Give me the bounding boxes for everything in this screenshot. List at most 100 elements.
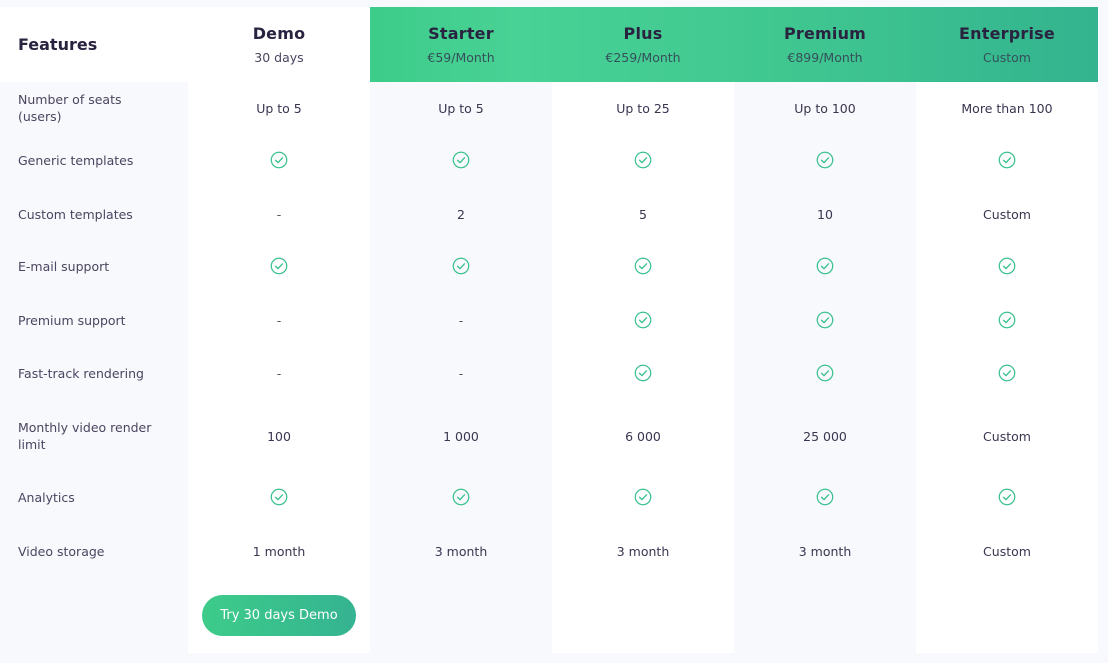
cell-premium bbox=[734, 136, 916, 184]
check-circle-icon bbox=[634, 364, 652, 382]
cell-enterprise bbox=[916, 349, 1098, 397]
check-circle-icon bbox=[634, 488, 652, 506]
cell-premium: 25 000 bbox=[803, 428, 847, 444]
plan-name: Plus bbox=[623, 24, 663, 43]
cell-enterprise bbox=[916, 296, 1098, 344]
cell-starter: 3 month bbox=[434, 543, 488, 559]
cell-starter: 2 bbox=[457, 206, 465, 222]
check-circle-icon bbox=[816, 488, 834, 506]
cell-premium bbox=[734, 349, 916, 397]
feature-label: Analytics bbox=[18, 489, 75, 505]
cell-premium: 3 month bbox=[798, 543, 852, 559]
table-row: Analytics bbox=[0, 473, 1098, 521]
check-circle-icon bbox=[634, 257, 652, 275]
cell-starter bbox=[370, 136, 552, 184]
plan-price: €259/Month bbox=[605, 50, 681, 65]
check-circle-icon bbox=[816, 311, 834, 329]
cell-premium bbox=[734, 296, 916, 344]
cell-premium bbox=[734, 473, 916, 521]
cell-demo: 1 month bbox=[252, 543, 306, 559]
plan-name: Premium bbox=[783, 24, 867, 43]
cell-enterprise bbox=[916, 473, 1098, 521]
table-row: Premium support - - bbox=[0, 296, 1098, 344]
cell-enterprise bbox=[916, 136, 1098, 184]
plan-header-enterprise: Enterprise Custom bbox=[916, 7, 1098, 82]
features-title: Features bbox=[18, 35, 98, 54]
table-row: Monthly video render limit 100 1 000 6 000 2… bbox=[0, 412, 1098, 460]
check-circle-icon bbox=[634, 151, 652, 169]
cell-demo: 100 bbox=[267, 428, 291, 444]
check-circle-icon bbox=[998, 151, 1016, 169]
cell-enterprise: Custom bbox=[983, 206, 1031, 222]
cell-premium: Up to 100 bbox=[794, 100, 856, 116]
feature-label: Premium support bbox=[18, 312, 126, 328]
cell-starter: Up to 5 bbox=[438, 100, 484, 116]
cell-starter-unavailable: - bbox=[458, 312, 464, 328]
cell-starter bbox=[370, 242, 552, 290]
table-row: Generic templates bbox=[0, 136, 1098, 184]
check-circle-icon bbox=[998, 364, 1016, 382]
cell-plus bbox=[552, 349, 734, 397]
table-row: Number of seats (users) Up to 5 Up to 5 Up … bbox=[0, 84, 1098, 132]
cell-plus bbox=[552, 242, 734, 290]
cell-plus bbox=[552, 296, 734, 344]
check-circle-icon bbox=[816, 364, 834, 382]
cell-plus: 6 000 bbox=[625, 428, 661, 444]
plan-name: Demo bbox=[252, 24, 306, 43]
check-circle-icon bbox=[998, 257, 1016, 275]
cell-plus bbox=[552, 136, 734, 184]
check-circle-icon bbox=[270, 257, 288, 275]
cell-enterprise: Custom bbox=[983, 428, 1031, 444]
plan-price: €899/Month bbox=[787, 50, 863, 65]
cell-plus bbox=[552, 473, 734, 521]
cell-demo-unavailable: - bbox=[276, 365, 282, 381]
check-circle-icon bbox=[452, 257, 470, 275]
feature-label: E-mail support bbox=[18, 258, 110, 274]
check-circle-icon bbox=[816, 257, 834, 275]
plan-header-starter: Starter €59/Month bbox=[370, 7, 552, 82]
cell-plus: 5 bbox=[639, 206, 647, 222]
plan-header-premium: Premium €899/Month bbox=[734, 7, 916, 82]
check-circle-icon bbox=[998, 311, 1016, 329]
plan-price: Custom bbox=[983, 50, 1031, 65]
plan-price: €59/Month bbox=[427, 50, 495, 65]
cell-starter-unavailable: - bbox=[458, 365, 464, 381]
features-header: Features bbox=[0, 7, 188, 82]
cell-demo bbox=[188, 242, 370, 290]
check-circle-icon bbox=[634, 311, 652, 329]
cell-starter bbox=[370, 473, 552, 521]
cell-enterprise: Custom bbox=[983, 543, 1031, 559]
table-row: Video storage 1 month 3 month 3 month 3 mont… bbox=[0, 527, 1098, 575]
cell-demo bbox=[188, 136, 370, 184]
table-row: E-mail support bbox=[0, 242, 1098, 290]
cell-plus: Up to 25 bbox=[616, 100, 670, 116]
check-circle-icon bbox=[452, 488, 470, 506]
feature-label: Video storage bbox=[18, 543, 105, 559]
check-circle-icon bbox=[270, 151, 288, 169]
table-row: Custom templates - 2 5 10 Custom bbox=[0, 190, 1098, 238]
feature-label: Monthly video render limit bbox=[18, 420, 152, 452]
cell-premium: 10 bbox=[817, 206, 833, 222]
plan-header-plus: Plus €259/Month bbox=[552, 7, 734, 82]
feature-label: Generic templates bbox=[18, 152, 134, 168]
cell-starter: 1 000 bbox=[443, 428, 479, 444]
cell-demo bbox=[188, 473, 370, 521]
feature-label: Custom templates bbox=[18, 206, 133, 222]
cell-plus: 3 month bbox=[616, 543, 670, 559]
check-circle-icon bbox=[452, 151, 470, 169]
plan-price: 30 days bbox=[254, 50, 304, 65]
cell-enterprise bbox=[916, 242, 1098, 290]
feature-label: Number of seats (users) bbox=[18, 92, 122, 124]
plan-name: Starter bbox=[428, 24, 494, 43]
plan-header-demo: Demo 30 days bbox=[188, 7, 370, 82]
check-circle-icon bbox=[270, 488, 288, 506]
cell-demo-unavailable: - bbox=[276, 312, 282, 328]
try-demo-button[interactable]: Try 30 days Demo bbox=[202, 595, 356, 636]
table-row: Fast-track rendering - - bbox=[0, 349, 1098, 397]
cell-demo: Up to 5 bbox=[256, 100, 302, 116]
check-circle-icon bbox=[816, 151, 834, 169]
cell-premium bbox=[734, 242, 916, 290]
cell-demo-unavailable: - bbox=[276, 206, 282, 222]
cell-enterprise: More than 100 bbox=[961, 100, 1053, 116]
check-circle-icon bbox=[998, 488, 1016, 506]
